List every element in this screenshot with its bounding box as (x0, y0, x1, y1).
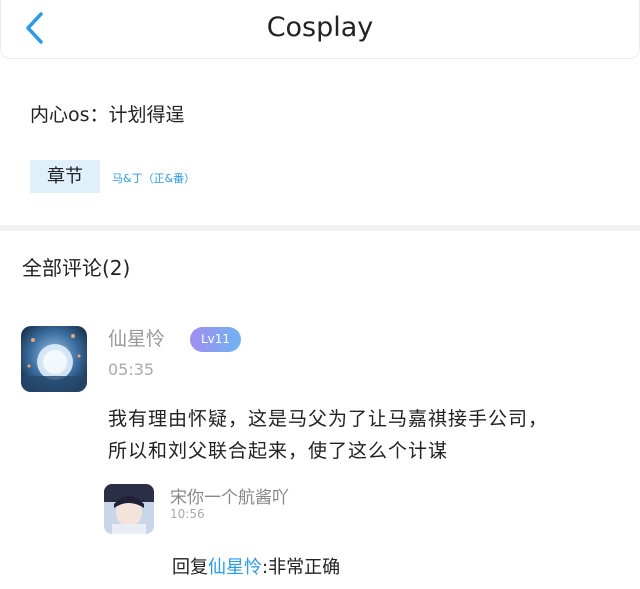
page-title: Cosplay (266, 12, 374, 43)
comment-line: 所以和刘父联合起来，使了这么个计谋 (108, 440, 449, 462)
reply-username[interactable]: 宋你一个航酱吖 (170, 483, 289, 508)
chapter-link[interactable]: 马&丁（正&番） (112, 170, 195, 186)
reply-avatar-image (104, 484, 154, 534)
chapter-tag: 章节 (30, 160, 100, 193)
top-bar: Cosplay (0, 0, 640, 59)
reply-avatar[interactable] (104, 484, 154, 534)
comment-line: 我有理由怀疑，这是马父为了让马嘉祺接手公司， (108, 408, 549, 430)
reply-time: 10:56 (170, 507, 205, 521)
comment-username[interactable]: 仙星怜 (108, 324, 165, 351)
reply-mention[interactable]: 仙星怜 (208, 557, 262, 578)
comment-time: 05:35 (108, 360, 155, 379)
section-divider (0, 225, 640, 231)
comments-title: 全部评论(2) (22, 256, 131, 280)
chapter-note: 内心os：计划得逞 (30, 104, 185, 126)
avatar-image (21, 326, 87, 392)
comment-body: 我有理由怀疑，这是马父为了让马嘉祺接手公司， 所以和刘父联合起来，使了这么个计谋 (108, 403, 618, 467)
reply-prefix: 回复 (172, 557, 208, 578)
avatar[interactable] (21, 326, 87, 392)
level-badge: Lv11 (190, 327, 241, 352)
reply-content: :非常正确 (262, 557, 341, 578)
reply-body: 回复仙星怜:非常正确 (172, 553, 340, 579)
